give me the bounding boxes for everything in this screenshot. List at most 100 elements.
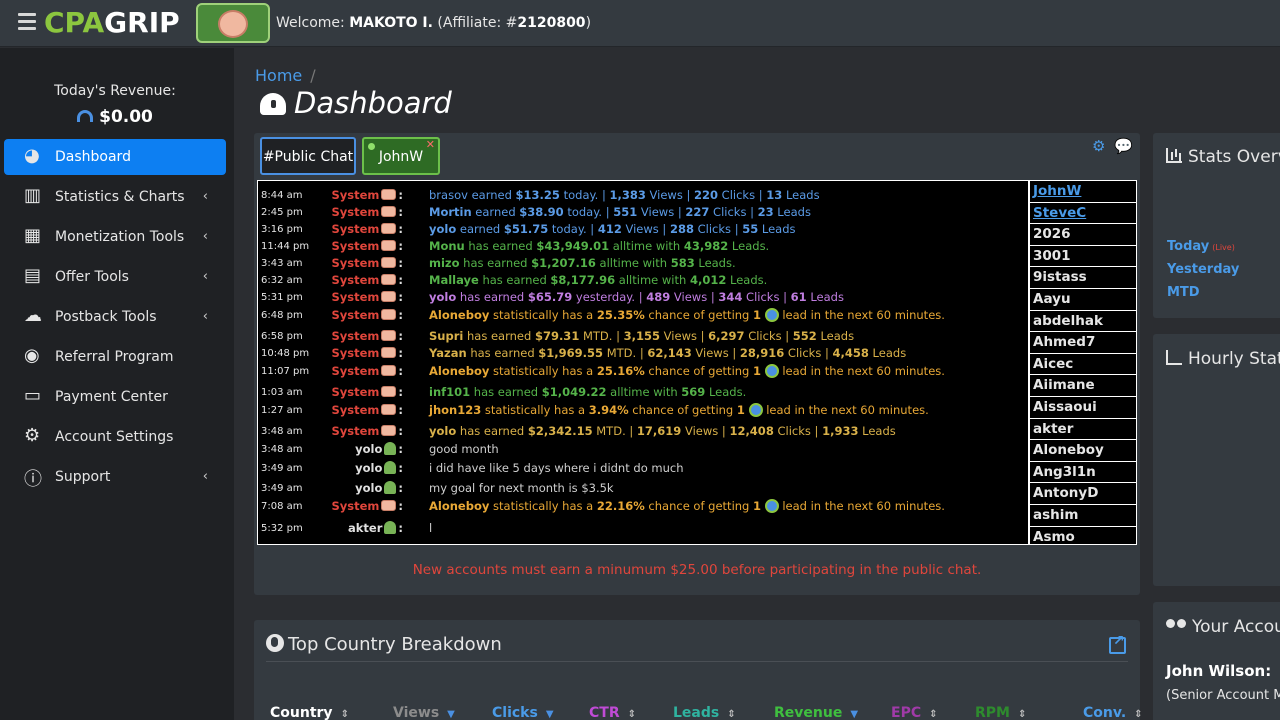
message-author[interactable]: System:	[331, 290, 403, 304]
account-manager-title: Your Account Manager	[1166, 617, 1280, 637]
tab-private-chat-johnw[interactable]: JohnW ✕	[362, 137, 440, 175]
online-dot-icon	[368, 143, 375, 150]
sidebar-item-referral-program[interactable]: ◉ Referral Program	[4, 339, 226, 375]
sidebar-item-support[interactable]: ⓘ Support ‹	[4, 459, 226, 495]
logo[interactable]: CPAGRIP	[44, 6, 180, 39]
revenue-label: Today's Revenue:	[54, 83, 176, 99]
chat-user-item[interactable]: SteveC	[1030, 203, 1136, 225]
stats-link-yesterday[interactable]: Yesterday	[1167, 262, 1239, 277]
chat-user-item[interactable]: 9istass	[1030, 267, 1136, 289]
column-header-ctr[interactable]: CTR ⇕	[589, 705, 636, 720]
chat-message: 11:07 pm System: Aloneboy statistically ha…	[258, 364, 1028, 382]
chat-user-item[interactable]: ashim	[1030, 505, 1136, 527]
globe-icon	[748, 403, 763, 417]
sidebar-item-dashboard[interactable]: ◕ Dashboard	[4, 139, 226, 175]
chat-message: 7:08 am System: Aloneboy statistically has…	[258, 499, 1028, 517]
sidebar-item-label: Postback Tools	[55, 309, 157, 325]
column-header-leads[interactable]: Leads ⇕	[673, 705, 736, 720]
message-author[interactable]: System:	[331, 188, 403, 202]
affiliate-id: 2120800	[517, 15, 586, 31]
stats-overview-panel: Stats Overview Today(Live) Yesterday MTD	[1153, 133, 1280, 318]
chat-user-item[interactable]: 2026	[1030, 224, 1136, 246]
chat-message: 6:58 pm System: Supri has earned $79.31 MT…	[258, 329, 1028, 347]
message-author[interactable]: akter:	[348, 521, 403, 535]
sidebar-item-statistics-charts[interactable]: ▥ Statistics & Charts ‹	[4, 179, 226, 215]
column-header-rpm[interactable]: RPM ⇕	[975, 705, 1026, 720]
chat-user-item[interactable]: Aiimane	[1030, 375, 1136, 397]
chat-user-item[interactable]: Aicec	[1030, 354, 1136, 376]
globe-icon	[764, 308, 779, 322]
sidebar-item-payment-center[interactable]: ▭ Payment Center	[4, 379, 226, 415]
chat-user-item[interactable]: 3001	[1030, 246, 1136, 268]
message-text: my goal for next month is $3.5k	[429, 481, 614, 495]
message-text: i did have like 5 days where i didnt do …	[429, 461, 684, 475]
message-author[interactable]: System:	[331, 424, 403, 438]
column-header-epc[interactable]: EPC ⇕	[891, 705, 938, 720]
revenue-value: $0.00	[0, 107, 230, 127]
user-avatar-icon	[384, 461, 397, 474]
chat-user-item[interactable]: Ang3l1n	[1030, 462, 1136, 484]
message-author[interactable]: System:	[331, 308, 403, 322]
message-author[interactable]: System:	[331, 499, 403, 513]
menu-toggle-icon[interactable]	[18, 13, 36, 31]
sort-icon: ⇕	[727, 709, 736, 720]
stats-link-today[interactable]: Today (Live)	[1167, 239, 1235, 254]
sidebar-item-postback-tools[interactable]: ☁ Postback Tools ‹	[4, 299, 226, 335]
chat-user-item[interactable]: Asmo	[1030, 527, 1136, 544]
sort-icon: ▼	[850, 709, 859, 720]
close-tab-icon[interactable]: ✕	[426, 138, 435, 151]
external-link-icon[interactable]	[1109, 633, 1126, 654]
chat-user-item[interactable]: Aissaoui	[1030, 397, 1136, 419]
chat-user-list[interactable]: JohnW SteveC 2026 3001 9istass Aayu abdelhak Ah…	[1029, 180, 1137, 545]
message-author[interactable]: System:	[331, 385, 403, 399]
sidebar-item-label: Payment Center	[55, 389, 168, 405]
message-text: Yazan has earned $1,969.55 MTD. | 62,143…	[429, 346, 907, 360]
chat-user-item[interactable]: Ahmed7	[1030, 332, 1136, 354]
chat-user-item[interactable]: Aloneboy	[1030, 440, 1136, 462]
column-header-country[interactable]: Country ⇕	[270, 705, 349, 720]
message-author[interactable]: System:	[331, 205, 403, 219]
chat-user-item[interactable]: JohnW	[1030, 181, 1136, 203]
tab-public-chat[interactable]: #Public Chat	[260, 137, 356, 175]
chat-message: 6:48 pm System: Aloneboy statistically has…	[258, 308, 1028, 326]
manager-role: (Senior Account Manager)	[1166, 688, 1280, 703]
message-author[interactable]: System:	[331, 273, 403, 287]
chat-user-item[interactable]: AntonyD	[1030, 483, 1136, 505]
message-time: 11:44 pm	[261, 241, 310, 252]
breadcrumb-home-link[interactable]: Home	[255, 66, 302, 85]
sort-icon: ⇕	[340, 709, 349, 720]
message-author[interactable]: yolo:	[355, 442, 403, 456]
country-card-title: Top Country Breakdown	[266, 634, 502, 655]
sidebar-item-offer-tools[interactable]: ▤ Offer Tools ‹	[4, 259, 226, 295]
chat-user-item[interactable]: Aayu	[1030, 289, 1136, 311]
sidebar-item-account-settings[interactable]: ⚙ Account Settings	[4, 419, 226, 455]
stats-link-mtd[interactable]: MTD	[1167, 285, 1200, 300]
column-header-revenue[interactable]: Revenue ▼	[774, 705, 858, 720]
message-author[interactable]: System:	[331, 329, 403, 343]
column-header-conv[interactable]: Conv. ⇕	[1083, 705, 1143, 720]
fist-badge-icon	[381, 500, 397, 511]
chat-user-item[interactable]: abdelhak	[1030, 311, 1136, 333]
comments-icon[interactable]: 💬	[1114, 137, 1133, 155]
fist-badge-icon	[381, 240, 397, 251]
column-header-clicks[interactable]: Clicks ▼	[492, 705, 554, 720]
message-time: 11:07 pm	[261, 366, 310, 377]
chat-log[interactable]: 8:44 am System: brasov earned $13.25 today…	[257, 180, 1029, 545]
message-text: inf101 has earned $1,049.22 alltime with…	[429, 385, 747, 399]
coins-icon: ◉	[24, 345, 40, 366]
chevron-left-icon: ‹	[202, 269, 208, 284]
clipboard-icon: ▤	[24, 265, 42, 286]
message-author[interactable]: System:	[331, 346, 403, 360]
chat-user-item[interactable]: akter	[1030, 419, 1136, 441]
message-author[interactable]: System:	[331, 364, 403, 378]
message-author[interactable]: System:	[331, 222, 403, 236]
message-author[interactable]: yolo:	[355, 461, 403, 475]
column-header-views[interactable]: Views ▼	[393, 705, 455, 720]
gear-icon[interactable]: ⚙	[1092, 137, 1105, 155]
sidebar-item-monetization-tools[interactable]: ▦ Monetization Tools ‹	[4, 219, 226, 255]
message-author[interactable]: System:	[331, 256, 403, 270]
page-title: Dashboard	[260, 86, 452, 120]
message-author[interactable]: yolo:	[355, 481, 403, 495]
message-author[interactable]: System:	[331, 403, 403, 417]
message-author[interactable]: System:	[331, 239, 403, 253]
